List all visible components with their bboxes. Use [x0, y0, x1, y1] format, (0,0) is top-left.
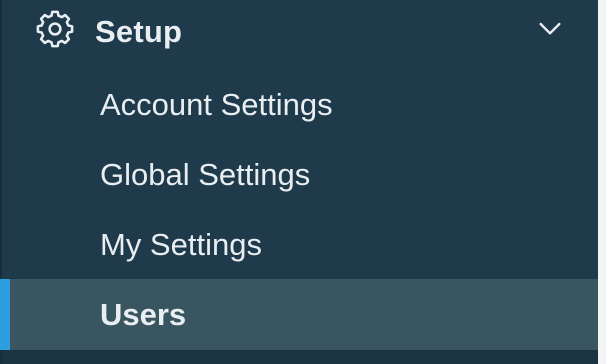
content-edge: [598, 0, 606, 364]
menu-item-global-settings[interactable]: Global Settings: [2, 140, 598, 210]
active-indicator: [0, 279, 10, 350]
menu-item-label: Account Settings: [100, 87, 333, 122]
sidebar-bottom-divider: [2, 350, 598, 364]
sidebar-nav: Setup Account Settings Global Settings M…: [0, 0, 598, 364]
menu-item-users[interactable]: Users: [0, 279, 598, 350]
menu-item-account-settings[interactable]: Account Settings: [2, 70, 598, 140]
menu-item-my-settings[interactable]: My Settings: [2, 210, 598, 280]
menu-item-label: Global Settings: [100, 157, 311, 192]
menu-item-label: My Settings: [100, 227, 262, 262]
setup-section-header[interactable]: Setup: [2, 0, 598, 66]
menu-item-label: Users: [100, 296, 187, 332]
gear-icon: [36, 10, 74, 48]
setup-section-title: Setup: [95, 14, 183, 49]
chevron-down-icon[interactable]: [534, 12, 566, 44]
